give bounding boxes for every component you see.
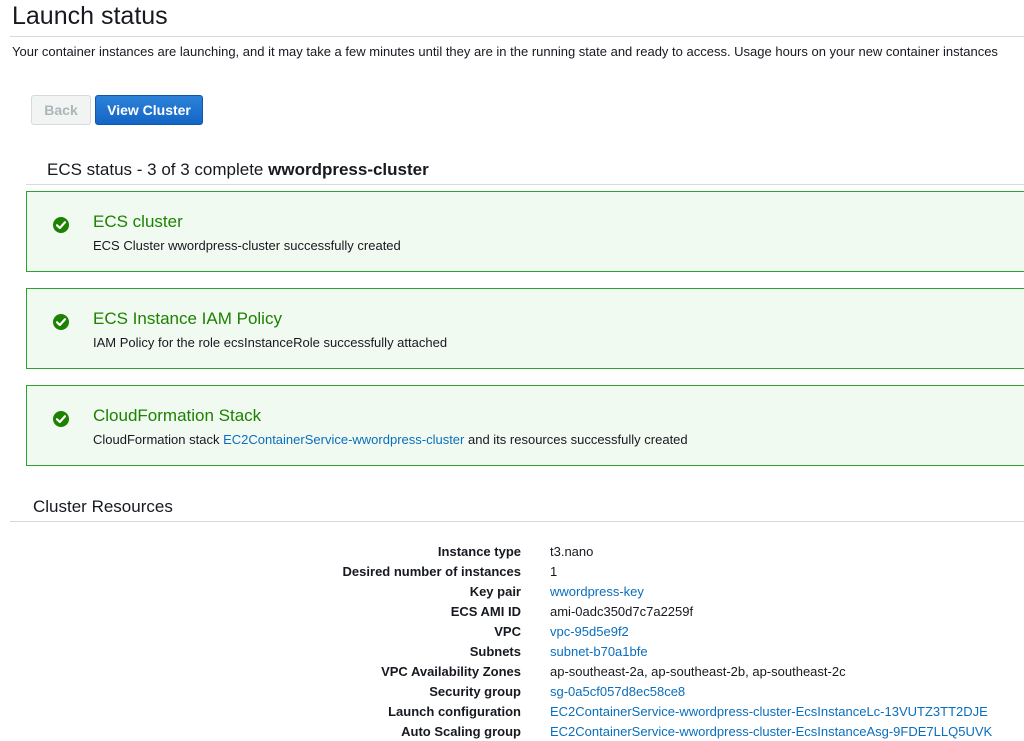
card-description: ECS Cluster wwordpress-cluster successfu… [93,238,401,253]
resource-label: ECS AMI ID [450,604,521,619]
resource-row-security-group: Security group sg-0a5cf057d8ec58ce8 [0,681,1024,701]
resource-row-ami-id: ECS AMI ID ami-0adc350d7c7a2259f [0,601,1024,621]
card-description: CloudFormation stack EC2ContainerService… [93,432,688,447]
resource-label: Key pair [469,584,521,599]
ecs-status-divider [26,184,1024,185]
card-desc-suffix: and its resources successfully created [464,432,688,447]
resource-label: Desired number of instances [342,564,521,579]
resource-row-desired-instances: Desired number of instances 1 [0,561,1024,581]
cluster-resources-table: Instance type t3.nano Desired number of … [0,541,1024,741]
cloudformation-stack-link[interactable]: EC2ContainerService-wwordpress-cluster [223,432,464,447]
cluster-resources-title: Cluster Resources [33,497,173,516]
check-circle-icon [53,411,69,427]
resource-label: Launch configuration [388,704,521,719]
resource-label: Subnets [469,644,521,659]
resource-row-key-pair: Key pair wwordpress-key [0,581,1024,601]
resource-value: ap-southeast-2a, ap-southeast-2b, ap-sou… [550,664,846,679]
ecs-cluster-name: wwordpress-cluster [268,160,429,179]
launch-configuration-link[interactable]: EC2ContainerService-wwordpress-cluster-E… [550,704,988,719]
resource-value: ami-0adc350d7c7a2259f [550,604,694,619]
card-title: ECS cluster [93,212,183,231]
cluster-resources-divider [10,521,1024,522]
resource-label: Auto Scaling group [401,724,521,739]
resource-row-vpc: VPC vpc-95d5e9f2 [0,621,1024,641]
ecs-status-label: ECS status - 3 of 3 complete [47,160,264,179]
resource-row-launch-configuration: Launch configuration EC2ContainerService… [0,701,1024,721]
card-title: ECS Instance IAM Policy [93,309,282,328]
status-card-iam-policy: ECS Instance IAM Policy IAM Policy for t… [26,288,1024,369]
security-group-link[interactable]: sg-0a5cf057d8ec58ce8 [550,684,685,699]
key-pair-link[interactable]: wwordpress-key [550,584,644,599]
status-card-ecs-cluster: ECS cluster ECS Cluster wwordpress-clust… [26,191,1024,272]
resource-value: t3.nano [550,544,594,559]
page-title: Launch status [12,2,168,30]
intro-text: Your container instances are launching, … [12,44,998,59]
launch-status-page: Launch status Your container instances a… [0,0,1024,741]
title-divider [10,36,1024,37]
subnet-link[interactable]: subnet-b70a1bfe [550,644,648,659]
auto-scaling-group-link[interactable]: EC2ContainerService-wwordpress-cluster-E… [550,724,992,739]
view-cluster-button[interactable]: View Cluster [95,95,203,125]
status-card-cloudformation: CloudFormation Stack CloudFormation stac… [26,385,1024,466]
check-circle-icon [53,217,69,233]
resource-row-subnets: Subnets subnet-b70a1bfe [0,641,1024,661]
resource-row-auto-scaling-group: Auto Scaling group EC2ContainerService-w… [0,721,1024,741]
back-button[interactable]: Back [31,95,91,125]
resource-value: 1 [550,564,558,579]
check-circle-icon [53,314,69,330]
ecs-status-header: ECS status - 3 of 3 complete wwordpress-… [47,160,429,180]
vpc-link[interactable]: vpc-95d5e9f2 [550,624,629,639]
resource-row-availability-zones: VPC Availability Zones ap-southeast-2a, … [0,661,1024,681]
resource-label: VPC Availability Zones [381,664,521,679]
resource-label: Instance type [437,544,521,559]
resource-label: VPC [494,624,521,639]
resource-row-instance-type: Instance type t3.nano [0,541,1024,561]
resource-label: Security group [429,684,521,699]
card-desc-prefix: CloudFormation stack [93,432,224,447]
card-description: IAM Policy for the role ecsInstanceRole … [93,335,448,350]
card-title: CloudFormation Stack [93,406,262,425]
